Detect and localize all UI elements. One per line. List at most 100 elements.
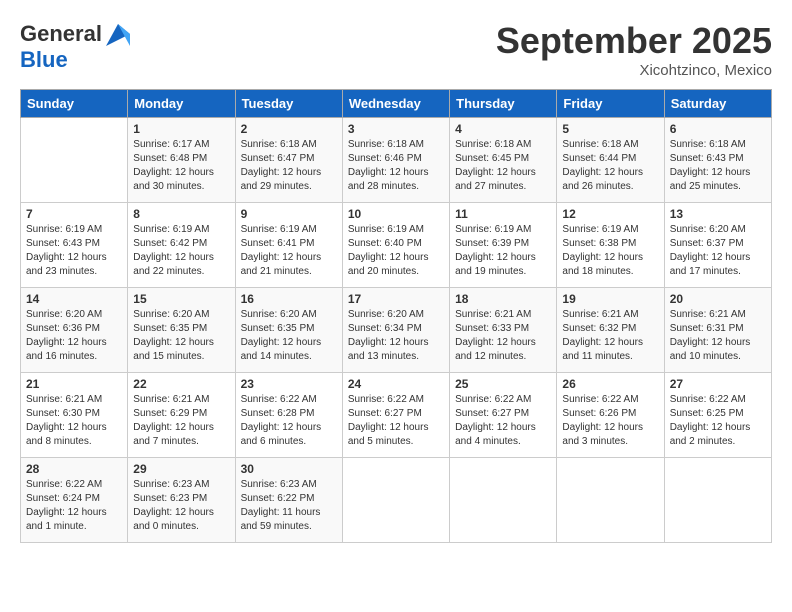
day-header-friday: Friday [557, 90, 664, 118]
day-number: 12 [562, 207, 658, 221]
day-info: Sunrise: 6:19 AM Sunset: 6:38 PM Dayligh… [562, 223, 658, 279]
day-number: 23 [241, 377, 337, 391]
day-info: Sunrise: 6:20 AM Sunset: 6:34 PM Dayligh… [348, 308, 444, 364]
calendar-cell: 4 Sunrise: 6:18 AM Sunset: 6:45 PM Daylig… [450, 118, 557, 203]
day-info: Sunrise: 6:19 AM Sunset: 6:42 PM Dayligh… [133, 223, 229, 279]
day-number: 19 [562, 292, 658, 306]
calendar-cell: 1Sunrise: 6:17 AM Sunset: 6:48 PM Daylig… [128, 118, 235, 203]
day-info: Sunrise: 6:21 AM Sunset: 6:30 PM Dayligh… [26, 393, 122, 449]
calendar-cell [664, 458, 771, 543]
day-info: Sunrise: 6:21 AM Sunset: 6:33 PM Dayligh… [455, 308, 551, 364]
day-info: Sunrise: 6:19 AM Sunset: 6:43 PM Dayligh… [26, 223, 122, 279]
day-info: Sunrise: 6:20 AM Sunset: 6:35 PM Dayligh… [133, 308, 229, 364]
calendar-week-row: 21 Sunrise: 6:21 AM Sunset: 6:30 PM Dayli… [21, 373, 772, 458]
month-title: September 2025 [496, 20, 772, 62]
day-info: Sunrise: 6:22 AM Sunset: 6:24 PM Dayligh… [26, 478, 122, 534]
day-number: 25 [455, 377, 551, 391]
calendar-cell: 9Sunrise: 6:19 AM Sunset: 6:41 PM Daylig… [235, 203, 342, 288]
calendar-cell: 26 Sunrise: 6:22 AM Sunset: 6:26 PM Dayli… [557, 373, 664, 458]
calendar-header-row: SundayMondayTuesdayWednesdayThursdayFrid… [21, 90, 772, 118]
logo-general: General [20, 22, 102, 46]
day-number: 4 [455, 122, 551, 136]
calendar-cell: 21 Sunrise: 6:21 AM Sunset: 6:30 PM Dayli… [21, 373, 128, 458]
day-number: 13 [670, 207, 766, 221]
calendar-cell: 14 Sunrise: 6:20 AM Sunset: 6:36 PM Dayli… [21, 288, 128, 373]
calendar-cell: 18 Sunrise: 6:21 AM Sunset: 6:33 PM Dayli… [450, 288, 557, 373]
day-number: 15 [133, 292, 229, 306]
day-header-sunday: Sunday [21, 90, 128, 118]
calendar-cell: 12 Sunrise: 6:19 AM Sunset: 6:38 PM Dayli… [557, 203, 664, 288]
day-number: 29 [133, 462, 229, 476]
day-info: Sunrise: 6:19 AM Sunset: 6:39 PM Dayligh… [455, 223, 551, 279]
day-info: Sunrise: 6:22 AM Sunset: 6:28 PM Dayligh… [241, 393, 337, 449]
day-number: 22 [133, 377, 229, 391]
calendar-cell [557, 458, 664, 543]
day-number: 30 [241, 462, 337, 476]
calendar-cell: 10 Sunrise: 6:19 AM Sunset: 6:40 PM Dayli… [342, 203, 449, 288]
day-number: 6 [670, 122, 766, 136]
calendar-cell: 15 Sunrise: 6:20 AM Sunset: 6:35 PM Dayli… [128, 288, 235, 373]
day-header-thursday: Thursday [450, 90, 557, 118]
day-number: 9 [241, 207, 337, 221]
calendar-week-row: 7 Sunrise: 6:19 AM Sunset: 6:43 PM Daylig… [21, 203, 772, 288]
calendar-cell: 25 Sunrise: 6:22 AM Sunset: 6:27 PM Dayli… [450, 373, 557, 458]
day-number: 16 [241, 292, 337, 306]
calendar-table: SundayMondayTuesdayWednesdayThursdayFrid… [20, 89, 772, 543]
day-info: Sunrise: 6:20 AM Sunset: 6:37 PM Dayligh… [670, 223, 766, 279]
day-number: 26 [562, 377, 658, 391]
calendar-cell [342, 458, 449, 543]
day-info: Sunrise: 6:21 AM Sunset: 6:32 PM Dayligh… [562, 308, 658, 364]
calendar-cell: 28 Sunrise: 6:22 AM Sunset: 6:24 PM Dayli… [21, 458, 128, 543]
day-number: 3 [348, 122, 444, 136]
page-header: General Blue September 2025 Xicohtzinco,… [20, 20, 772, 79]
calendar-cell: 27 Sunrise: 6:22 AM Sunset: 6:25 PM Dayli… [664, 373, 771, 458]
day-info: Sunrise: 6:17 AM Sunset: 6:48 PM Dayligh… [133, 138, 229, 194]
day-header-tuesday: Tuesday [235, 90, 342, 118]
calendar-cell [21, 118, 128, 203]
logo-blue: Blue [20, 48, 132, 72]
day-info: Sunrise: 6:23 AM Sunset: 6:22 PM Dayligh… [241, 478, 337, 534]
day-number: 28 [26, 462, 122, 476]
day-info: Sunrise: 6:18 AM Sunset: 6:43 PM Dayligh… [670, 138, 766, 194]
calendar-cell: 6 Sunrise: 6:18 AM Sunset: 6:43 PM Daylig… [664, 118, 771, 203]
day-info: Sunrise: 6:18 AM Sunset: 6:45 PM Dayligh… [455, 138, 551, 194]
day-info: Sunrise: 6:18 AM Sunset: 6:46 PM Dayligh… [348, 138, 444, 194]
calendar-cell: 11 Sunrise: 6:19 AM Sunset: 6:39 PM Dayli… [450, 203, 557, 288]
calendar-week-row: 28 Sunrise: 6:22 AM Sunset: 6:24 PM Dayli… [21, 458, 772, 543]
day-header-saturday: Saturday [664, 90, 771, 118]
calendar-cell: 2 Sunrise: 6:18 AM Sunset: 6:47 PM Daylig… [235, 118, 342, 203]
day-number: 7 [26, 207, 122, 221]
calendar-cell: 24 Sunrise: 6:22 AM Sunset: 6:27 PM Dayli… [342, 373, 449, 458]
logo: General Blue [20, 20, 132, 72]
calendar-week-row: 14 Sunrise: 6:20 AM Sunset: 6:36 PM Dayli… [21, 288, 772, 373]
day-number: 21 [26, 377, 122, 391]
day-number: 10 [348, 207, 444, 221]
logo-icon [104, 20, 132, 48]
day-number: 27 [670, 377, 766, 391]
calendar-cell: 13 Sunrise: 6:20 AM Sunset: 6:37 PM Dayli… [664, 203, 771, 288]
day-info: Sunrise: 6:18 AM Sunset: 6:47 PM Dayligh… [241, 138, 337, 194]
day-number: 24 [348, 377, 444, 391]
day-info: Sunrise: 6:22 AM Sunset: 6:27 PM Dayligh… [348, 393, 444, 449]
day-info: Sunrise: 6:19 AM Sunset: 6:40 PM Dayligh… [348, 223, 444, 279]
day-info: Sunrise: 6:22 AM Sunset: 6:26 PM Dayligh… [562, 393, 658, 449]
day-info: Sunrise: 6:23 AM Sunset: 6:23 PM Dayligh… [133, 478, 229, 534]
day-number: 11 [455, 207, 551, 221]
calendar-cell [450, 458, 557, 543]
day-number: 14 [26, 292, 122, 306]
title-area: September 2025 Xicohtzinco, Mexico [496, 20, 772, 79]
day-info: Sunrise: 6:20 AM Sunset: 6:36 PM Dayligh… [26, 308, 122, 364]
day-info: Sunrise: 6:22 AM Sunset: 6:27 PM Dayligh… [455, 393, 551, 449]
calendar-cell: 30 Sunrise: 6:23 AM Sunset: 6:22 PM Dayli… [235, 458, 342, 543]
day-number: 2 [241, 122, 337, 136]
day-header-wednesday: Wednesday [342, 90, 449, 118]
calendar-cell: 22Sunrise: 6:21 AM Sunset: 6:29 PM Dayli… [128, 373, 235, 458]
calendar-cell: 17Sunrise: 6:20 AM Sunset: 6:34 PM Dayli… [342, 288, 449, 373]
calendar-cell: 23 Sunrise: 6:22 AM Sunset: 6:28 PM Dayli… [235, 373, 342, 458]
day-info: Sunrise: 6:18 AM Sunset: 6:44 PM Dayligh… [562, 138, 658, 194]
day-info: Sunrise: 6:22 AM Sunset: 6:25 PM Dayligh… [670, 393, 766, 449]
day-number: 5 [562, 122, 658, 136]
day-number: 18 [455, 292, 551, 306]
calendar-cell: 19 Sunrise: 6:21 AM Sunset: 6:32 PM Dayli… [557, 288, 664, 373]
day-number: 20 [670, 292, 766, 306]
